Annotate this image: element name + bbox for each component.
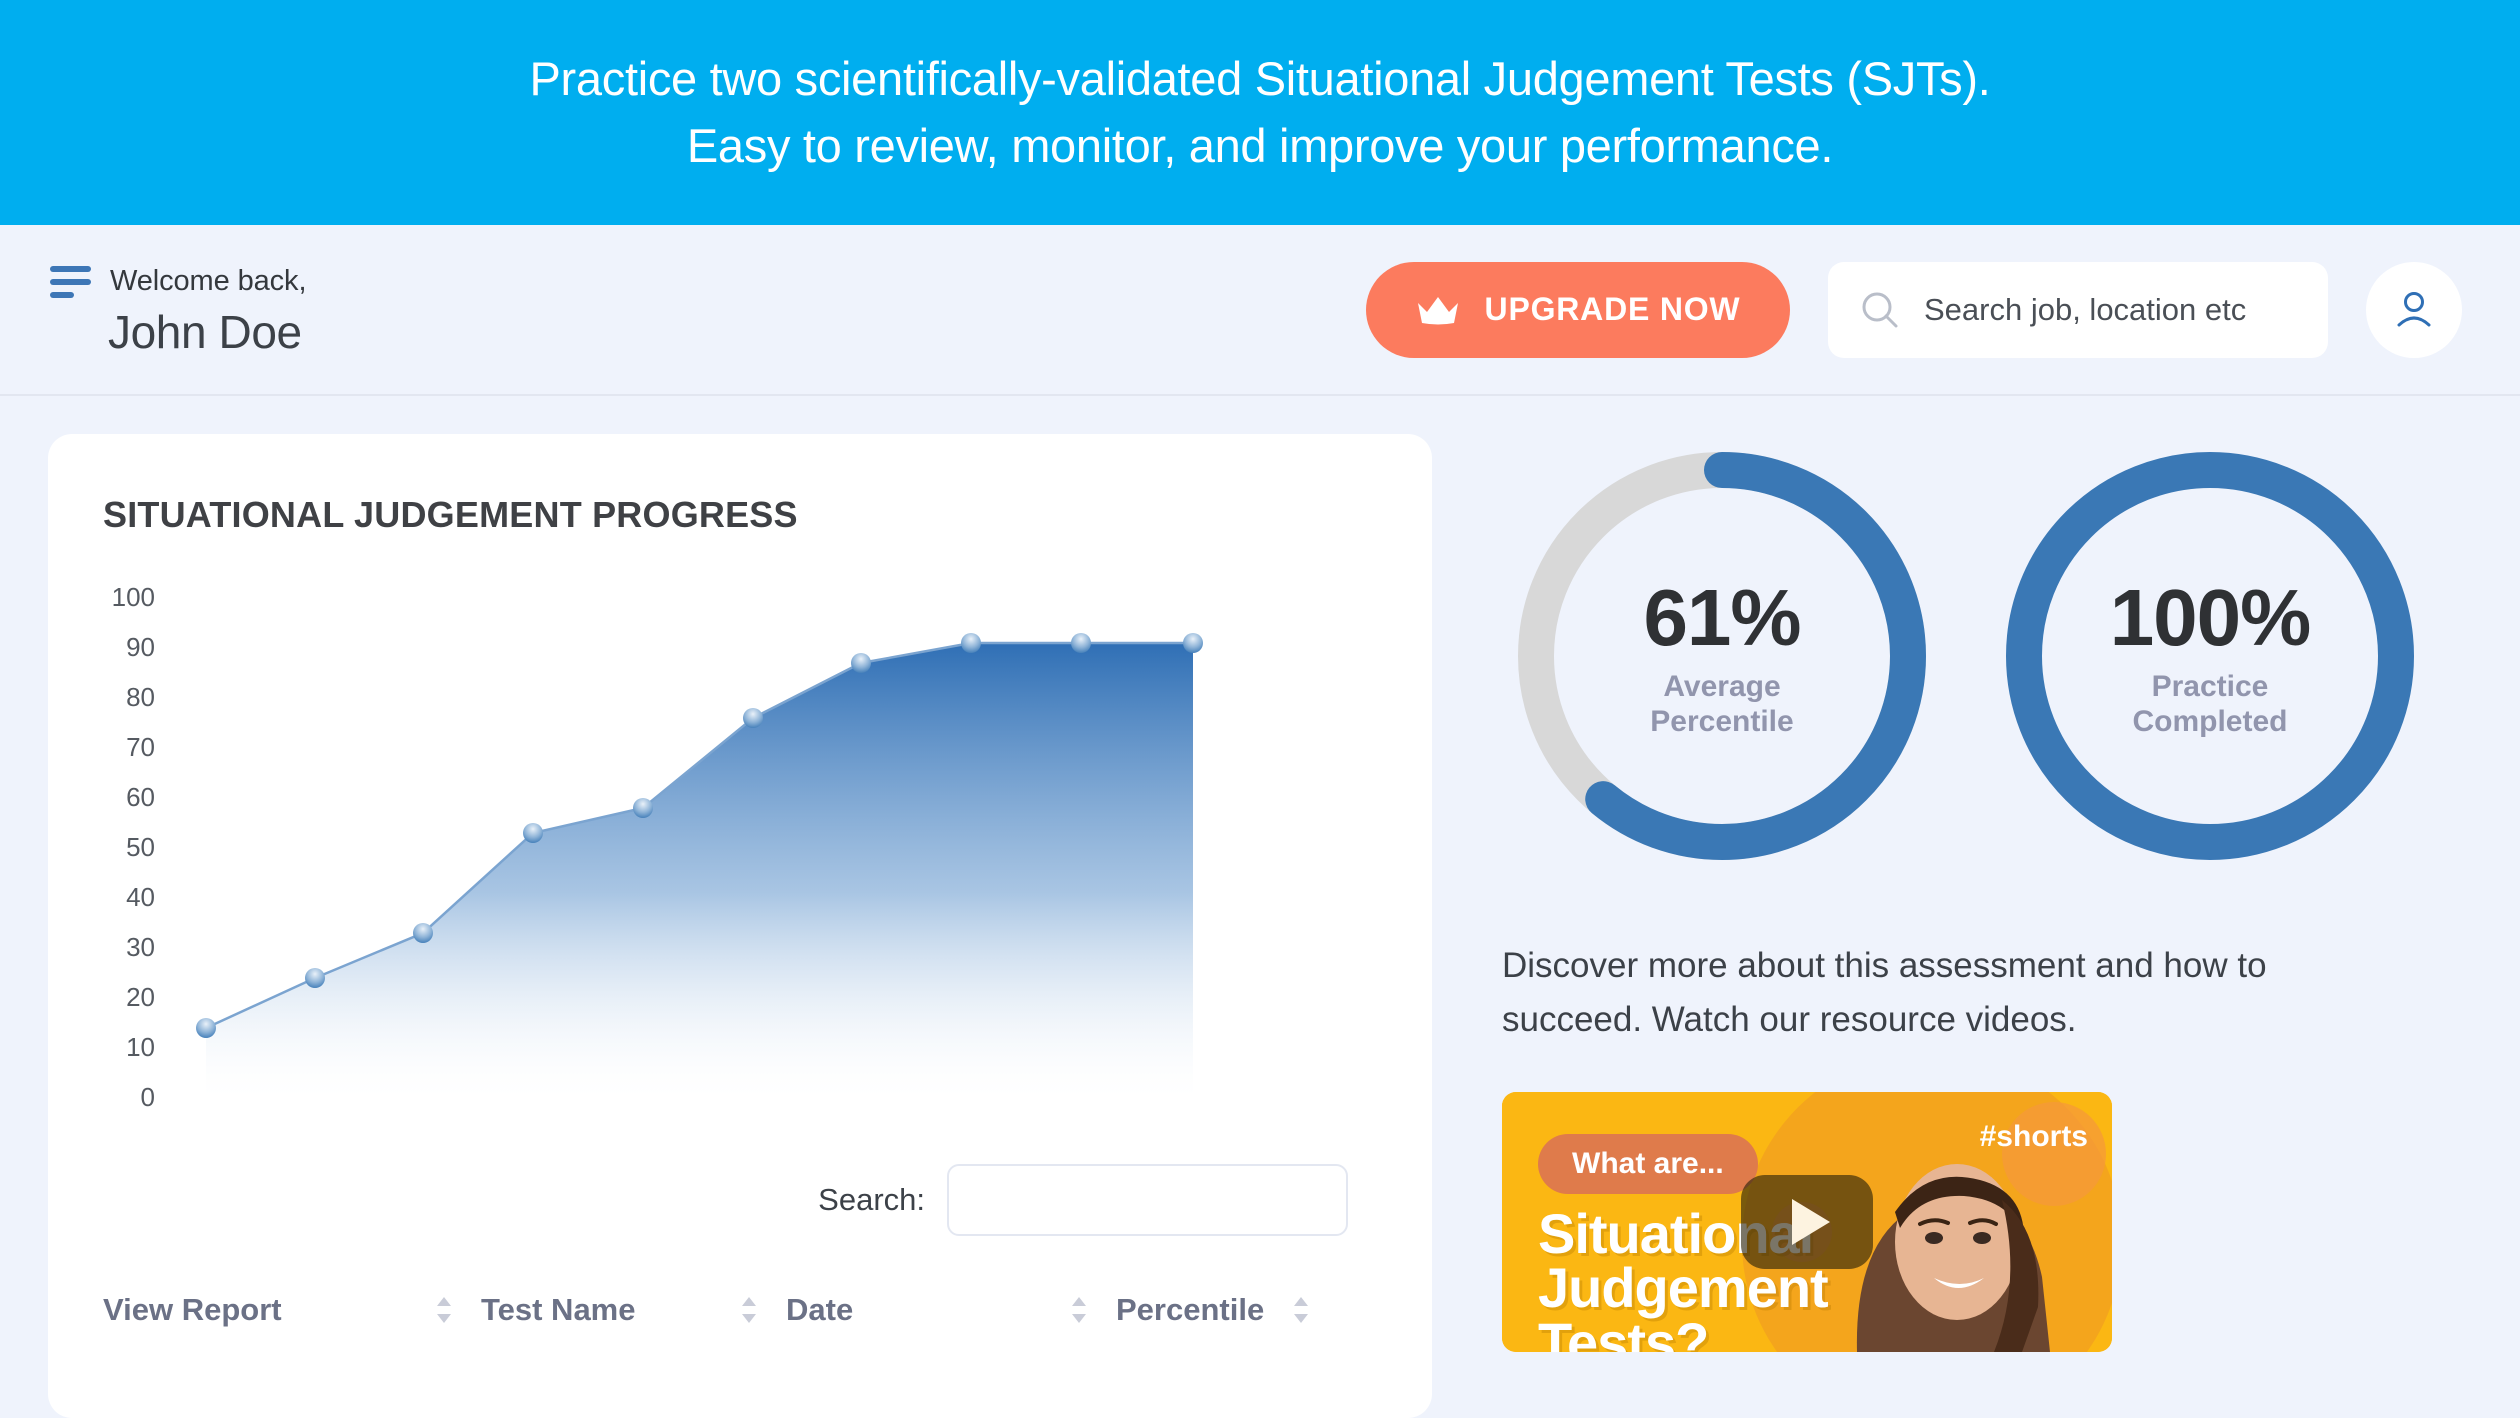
search-icon bbox=[1862, 292, 1898, 327]
main-content: SITUATIONAL JUDGEMENT PROGRESS 100 90 80… bbox=[0, 396, 2520, 1418]
column-header-date-label: Date bbox=[786, 1292, 854, 1327]
welcome-block: Welcome back, John Doe bbox=[50, 260, 307, 359]
sort-arrows-icon bbox=[1294, 1297, 1309, 1323]
sort-arrows-icon bbox=[1072, 1297, 1086, 1323]
chart-y-axis-labels: 100 90 80 70 60 50 40 30 20 10 0 bbox=[112, 582, 155, 1112]
progress-area-chart: 100 90 80 70 60 50 40 30 20 10 0 bbox=[103, 578, 1378, 1138]
user-avatar-icon bbox=[2397, 291, 2431, 326]
app-header: Welcome back, John Doe UPGRADE NOW bbox=[0, 225, 2520, 396]
hamburger-menu-icon[interactable] bbox=[50, 264, 91, 298]
upgrade-now-button[interactable]: UPGRADE NOW bbox=[1366, 261, 1790, 358]
svg-text:30: 30 bbox=[126, 932, 155, 962]
column-header-test-name[interactable]: Test Name bbox=[433, 1276, 738, 1344]
svg-text:20: 20 bbox=[126, 982, 155, 1012]
resource-description: Discover more about this assessment and … bbox=[1502, 946, 2267, 1040]
svg-text:60: 60 bbox=[126, 782, 155, 812]
reports-table-header-row: View Report Test Name Date Percentile bbox=[103, 1276, 1377, 1344]
average-percentile-donut: 61% Average Percentile bbox=[1502, 436, 1942, 881]
svg-text:50: 50 bbox=[126, 832, 155, 862]
average-percentile-donut-svg bbox=[1518, 452, 1926, 860]
video-badge: What are... bbox=[1538, 1133, 1758, 1194]
table-search-controls: Search: bbox=[103, 1164, 1377, 1236]
user-avatar-button[interactable] bbox=[2366, 261, 2462, 358]
header-actions: UPGRADE NOW bbox=[1366, 261, 2462, 358]
resource-video-thumbnail[interactable]: What are... Situational Judgement Tests?… bbox=[1502, 1091, 2112, 1352]
column-header-view-report-label: View Report bbox=[103, 1292, 282, 1327]
sort-arrows-icon bbox=[742, 1297, 756, 1323]
svg-text:0: 0 bbox=[141, 1082, 155, 1112]
svg-text:80: 80 bbox=[126, 682, 155, 712]
progress-chart-svg: 100 90 80 70 60 50 40 30 20 10 0 bbox=[112, 582, 1203, 1112]
user-name: John Doe bbox=[108, 306, 302, 358]
practice-completed-donut: 100% Practice Completed bbox=[1990, 436, 2430, 881]
practice-completed-arc bbox=[2006, 452, 2414, 860]
svg-text:10: 10 bbox=[126, 1032, 155, 1062]
column-header-percentile[interactable]: Percentile bbox=[1068, 1276, 1377, 1344]
welcome-row: Welcome back, bbox=[50, 264, 307, 298]
promo-banner: Practice two scientifically-validated Si… bbox=[0, 0, 2520, 225]
column-header-percentile-label: Percentile bbox=[1116, 1292, 1265, 1327]
column-header-date[interactable]: Date bbox=[738, 1276, 1068, 1344]
column-header-test-name-label: Test Name bbox=[481, 1292, 636, 1327]
crown-icon bbox=[1417, 296, 1458, 324]
svg-text:40: 40 bbox=[126, 882, 155, 912]
situational-judgement-progress-card: SITUATIONAL JUDGEMENT PROGRESS 100 90 80… bbox=[48, 434, 1432, 1418]
table-search-input[interactable] bbox=[947, 1164, 1348, 1236]
reports-table: View Report Test Name Date Percentile bbox=[103, 1276, 1377, 1344]
play-button-icon[interactable] bbox=[1741, 1174, 1873, 1269]
sort-arrows-icon bbox=[437, 1297, 451, 1323]
svg-text:100: 100 bbox=[112, 582, 155, 612]
welcome-text: Welcome back, bbox=[110, 264, 307, 297]
chart-area-fill bbox=[206, 643, 1193, 1098]
svg-text:70: 70 bbox=[126, 732, 155, 762]
progress-card-title: SITUATIONAL JUDGEMENT PROGRESS bbox=[103, 494, 798, 535]
table-search-label: Search: bbox=[818, 1182, 925, 1217]
search-box[interactable] bbox=[1828, 261, 2328, 358]
promo-banner-line-1: Practice two scientifically-validated Si… bbox=[529, 51, 1991, 105]
video-headline-line-3: Tests? bbox=[1538, 1311, 1709, 1352]
column-header-view-report[interactable]: View Report bbox=[103, 1276, 433, 1344]
stats-donut-row: 61% Average Percentile 100% Practice Com… bbox=[1502, 436, 2462, 881]
video-shorts-tag: #shorts bbox=[1979, 1119, 2088, 1153]
upgrade-now-label: UPGRADE NOW bbox=[1484, 291, 1741, 327]
right-column: 61% Average Percentile 100% Practice Com… bbox=[1502, 434, 2520, 1418]
search-input[interactable] bbox=[1924, 291, 2298, 328]
svg-text:90: 90 bbox=[126, 632, 155, 662]
promo-banner-line-2: Easy to review, monitor, and improve you… bbox=[686, 118, 1834, 172]
practice-completed-donut-svg bbox=[2006, 452, 2414, 860]
